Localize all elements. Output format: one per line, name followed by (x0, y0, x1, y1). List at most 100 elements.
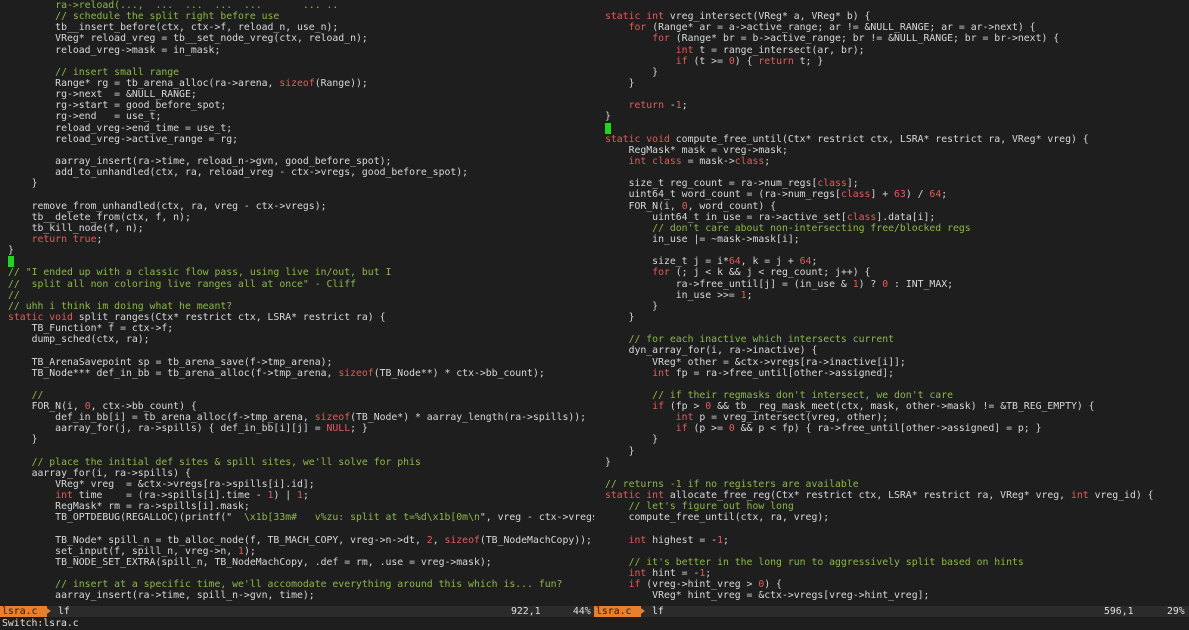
code-token: hint = - (646, 568, 700, 580)
code-token: int (652, 367, 670, 379)
code-token: } (605, 300, 659, 312)
code-line: if (t >= 0) { return t; } (597, 56, 1189, 67)
code-token: class (840, 189, 871, 201)
code-token: // insert at a specific time, we'll acco… (8, 579, 563, 591)
code-token: sizeof (338, 367, 374, 379)
code-token: } (605, 111, 611, 123)
code-token: fp = ra->free_until[other->assigned]; (669, 367, 895, 379)
status-cursor-position: 596,1 (1104, 606, 1134, 617)
code-line: size_t j = i*64, k = j + 64; (597, 256, 1189, 267)
code-line: Range* rg = tb_arena_alloc(ra->arena, si… (0, 78, 594, 89)
code-token: // if their regmasks don't intersect, we… (605, 389, 953, 401)
code-token: // "I ended up with a classic flow pass,… (8, 267, 392, 279)
code-line: // place the initial def sites & spill s… (0, 457, 594, 468)
code-token: time = (ra->spills[i].time - (72, 490, 268, 502)
code-line: // returns -1 if no registers are availa… (597, 479, 1189, 490)
code-line: int t = range_intersect(ar, br); (597, 45, 1189, 56)
code-token: aarray_for(i, ra->spills) { (8, 467, 191, 479)
code-token: // (8, 289, 20, 301)
code-line: int fp = ra->free_until[other->assigned]… (597, 368, 1189, 379)
code-token: size_t j = i* (605, 256, 729, 268)
code-line: for (Range* ar = a->active_range; ar != … (597, 22, 1189, 33)
code-line: in_use >>= 1; (597, 290, 1189, 301)
editor-pane-left[interactable]: ra->reload(..., ... ... ... ... ... .. /… (0, 0, 594, 606)
code-token: if (652, 401, 664, 413)
code-line: if (p >= 0 && p < fp) { ra->free_until[o… (597, 423, 1189, 434)
code-token: compute_free_until(Ctx* restrict ctx, LS… (669, 133, 1089, 145)
code-token: if (675, 55, 688, 67)
code-token: allocate_free_reg(Ctx* restrict ctx, LSR… (663, 490, 1071, 502)
code-token: } (8, 178, 38, 190)
status-fileformat: lf (58, 606, 70, 617)
code-token: in_use |= ~mask->mask[i]; (605, 233, 800, 245)
code-line: // uhh i think im doing what he meant? (0, 301, 594, 312)
code-token: uint64_t word_count = (ra->num_regs[ (605, 189, 841, 201)
code-token: ; (941, 189, 948, 201)
code-line: // insert at a specific time, we'll acco… (0, 579, 594, 590)
code-token: vreg_intersect(VReg* a, VReg* b) { (663, 11, 871, 23)
code-line: int class = mask->class; (597, 156, 1189, 167)
code-token: 63 (894, 189, 906, 201)
code-line: } (597, 111, 1189, 122)
code-token: ) ? (858, 278, 883, 290)
code-line: int p = vreg_intersect(vreg, other); (597, 412, 1189, 423)
code-line: int highest = -1; (597, 535, 1189, 546)
code-token: ; (811, 256, 818, 268)
code-token: (TB_Node**) * ctx->bb_count); (373, 367, 545, 379)
code-line: } (0, 434, 594, 445)
text-cursor (8, 256, 14, 268)
status-fileformat: lf (652, 606, 664, 617)
code-token: // insert small range (8, 66, 180, 78)
code-line: FOR_N(i, 0, word_count) { (597, 201, 1189, 212)
code-line: def_in_bb[i] = tb_arena_alloc(f->tmp_are… (0, 412, 594, 423)
editor-pane-right[interactable]: static int vreg_intersect(VReg* a, VReg*… (597, 0, 1189, 606)
code-line: TB_Function* f = ctx->f; (0, 323, 594, 334)
code-line: } (597, 78, 1189, 89)
code-token: true (72, 233, 97, 245)
status-cursor-position: 922,1 (511, 606, 541, 617)
code-token: compute_free_until(ctx, ra, vreg); (605, 512, 830, 524)
code-token: int (675, 412, 694, 424)
command-line[interactable]: Switch:lsra.c (2, 617, 79, 630)
code-token: static int (605, 490, 664, 502)
code-token: return (628, 100, 664, 112)
code-token: (Range* br = b->active_range; br != &NUL… (669, 33, 1060, 45)
code-token: rg->next = &NULL_RANGE; (8, 89, 197, 101)
code-token: for (652, 33, 670, 45)
code-token: ; (764, 155, 771, 167)
code-token: // split all non coloring live ranges al… (8, 278, 356, 290)
code-token: } (8, 245, 14, 257)
code-token: // place the initial def sites & spill s… (8, 456, 421, 468)
code-token: highest = - (646, 534, 718, 546)
code-token: tb__insert_before(ctx, ctx->f, reload_n,… (8, 22, 339, 34)
code-line: } (0, 245, 594, 256)
code-token: int (1070, 490, 1089, 502)
code-line (597, 122, 1189, 134)
code-token: set_input(f, spill_n, vreg->n, (8, 545, 239, 557)
code-token: return (31, 233, 67, 245)
code-line: RegMask* rm = ra->spills[i].mask; (0, 501, 594, 512)
status-line-left: lsra.c lf 922,1 44% (0, 606, 594, 617)
code-line: // let's figure out how long (597, 501, 1189, 512)
code-line: uint64_t in_use = ra->active_set[class].… (597, 212, 1189, 223)
code-token: ) | (273, 490, 298, 502)
status-scroll-percent: 29% (1167, 606, 1185, 617)
code-line: FOR_N(i, 0, ctx->bb_count) { (0, 401, 594, 412)
code-line: static void split_ranges(Ctx* restrict c… (0, 312, 594, 323)
code-line: uint64_t word_count = (ra->num_regs[clas… (597, 189, 1189, 200)
